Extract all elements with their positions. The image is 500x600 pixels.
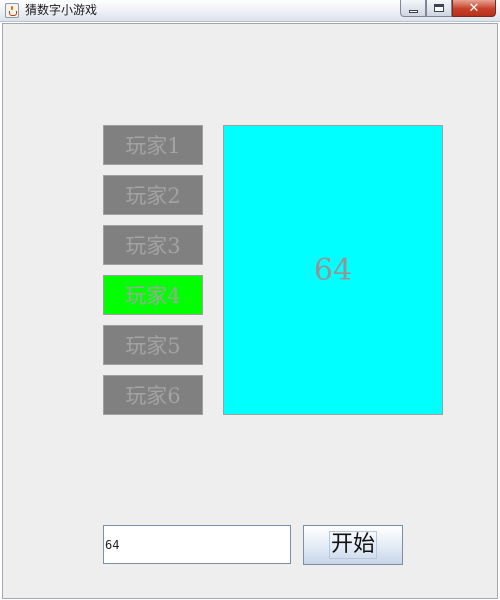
window-controls: ✕ xyxy=(400,0,496,17)
player-4-label: 玩家4 xyxy=(125,284,181,308)
java-cup-icon xyxy=(5,3,19,18)
number-display-panel: 64 xyxy=(223,125,443,415)
start-button[interactable]: 开始 xyxy=(303,525,403,565)
maximize-icon xyxy=(434,4,444,12)
number-input[interactable] xyxy=(103,525,291,564)
player-1-label: 玩家1 xyxy=(125,134,181,158)
player-5-button[interactable]: 玩家5 xyxy=(103,325,203,365)
minimize-button[interactable] xyxy=(400,0,426,17)
minimize-icon xyxy=(408,9,418,13)
player-2-button[interactable]: 玩家2 xyxy=(103,175,203,215)
window-title-bar[interactable]: 猜数字小游戏 ✕ xyxy=(0,0,500,22)
start-button-label: 开始 xyxy=(328,531,377,559)
window-title: 猜数字小游戏 xyxy=(25,3,98,17)
player-3-label: 玩家3 xyxy=(125,234,181,258)
display-number: 64 xyxy=(313,252,353,288)
player-1-button[interactable]: 玩家1 xyxy=(103,125,203,165)
player-6-label: 玩家6 xyxy=(125,384,181,408)
player-2-label: 玩家2 xyxy=(125,184,181,208)
player-5-label: 玩家5 xyxy=(125,334,181,358)
player-3-button[interactable]: 玩家3 xyxy=(103,225,203,265)
maximize-button[interactable] xyxy=(426,0,452,17)
close-icon: ✕ xyxy=(468,0,480,16)
player-4-button[interactable]: 玩家4 xyxy=(103,275,203,315)
player-6-button[interactable]: 玩家6 xyxy=(103,375,203,415)
close-button[interactable]: ✕ xyxy=(452,0,496,17)
